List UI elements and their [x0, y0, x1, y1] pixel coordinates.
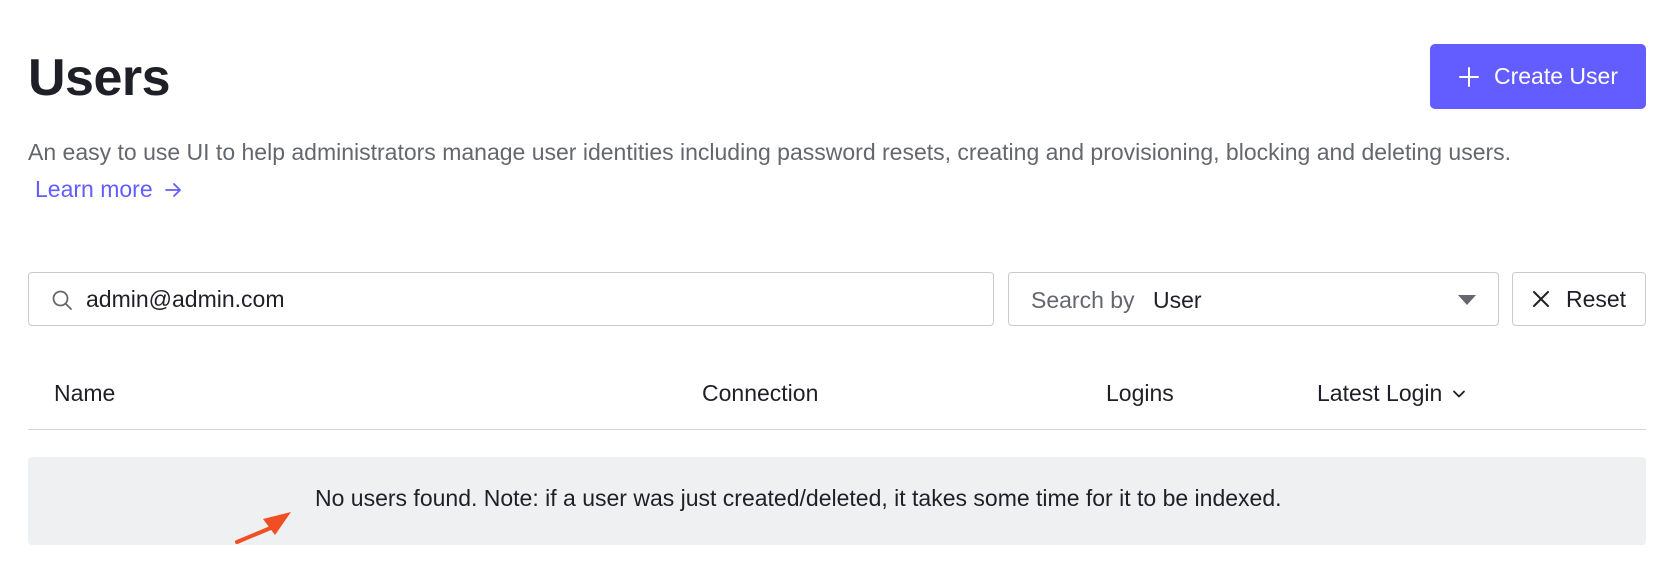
search-toolbar: Search by User Reset	[28, 272, 1646, 326]
users-page: Users Create User An easy to use UI to h…	[0, 0, 1674, 582]
search-by-value: User	[1153, 287, 1202, 313]
close-icon	[1532, 291, 1549, 307]
search-by-label: Search by	[1031, 287, 1135, 313]
caret-down-icon	[1458, 295, 1476, 305]
latest-login-label: Latest Login	[1317, 380, 1443, 406]
learn-more-label: Learn more	[35, 176, 153, 202]
search-by-select[interactable]: Search by User	[1008, 272, 1499, 326]
chevron-down-icon	[1453, 390, 1466, 397]
annotation-arrow-icon	[235, 512, 291, 544]
search-box[interactable]	[28, 272, 994, 326]
empty-state-message: No users found. Note: if a user was just…	[315, 485, 1282, 511]
column-header-latest-login[interactable]: Latest Login	[1317, 380, 1466, 407]
column-header-connection: Connection	[702, 380, 819, 406]
search-input[interactable]	[86, 273, 966, 325]
create-user-label: Create User	[1494, 63, 1618, 89]
column-header-name: Name	[54, 380, 116, 406]
column-header-logins: Logins	[1106, 380, 1174, 406]
reset-label: Reset	[1565, 285, 1627, 312]
search-icon	[52, 290, 72, 310]
page-title: Users	[28, 49, 171, 107]
arrow-right-icon	[165, 183, 181, 197]
page-description: An easy to use UI to help administrators…	[28, 134, 1646, 208]
users-table-header: Name Connection Logins Latest Login	[28, 368, 1646, 430]
reset-button[interactable]: Reset	[1512, 272, 1646, 326]
create-user-button[interactable]: Create User	[1430, 44, 1646, 109]
description-text: An easy to use UI to help administrators…	[28, 139, 1512, 165]
page-header: Users Create User	[28, 44, 1646, 109]
learn-more-link[interactable]: Learn more	[35, 171, 183, 208]
plus-icon	[1458, 66, 1480, 88]
